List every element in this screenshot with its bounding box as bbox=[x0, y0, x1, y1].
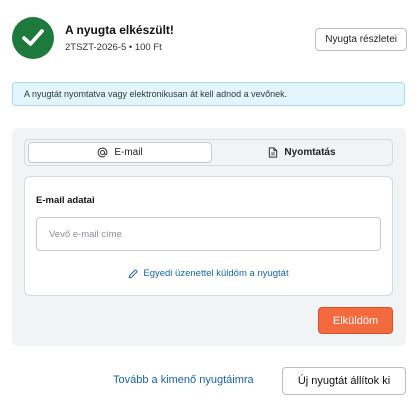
at-sign-icon bbox=[97, 147, 108, 158]
document-icon bbox=[268, 147, 278, 158]
receipt-summary: 2TSZT-2026-5 • 100 Ft bbox=[65, 42, 162, 53]
info-banner-text: A nyugtát nyomtatva vagy elektronikusan … bbox=[24, 89, 288, 99]
email-details-card: E-mail adatai Egyedi üzenettel küldöm a … bbox=[24, 176, 393, 296]
send-button[interactable]: Elküldöm bbox=[318, 307, 393, 334]
success-header: A nyugta elkészült! 2TSZT-2026-5 • 100 F… bbox=[12, 16, 407, 62]
tab-email-label: E-mail bbox=[114, 147, 143, 158]
email-input[interactable] bbox=[36, 217, 381, 251]
receipt-details-button[interactable]: Nyugta részletei bbox=[315, 28, 407, 51]
custom-message-link-label: Egyedi üzenettel küldöm a nyugtát bbox=[143, 268, 289, 279]
checkmark-icon bbox=[12, 17, 54, 59]
outgoing-receipts-link[interactable]: Tovább a kimenő nyugtáimra bbox=[113, 374, 254, 386]
info-banner: A nyugtát nyomtatva vagy elektronikusan … bbox=[12, 82, 405, 106]
delivery-tabs: E-mail Nyomtatás bbox=[24, 139, 393, 166]
tab-email[interactable]: E-mail bbox=[28, 142, 212, 163]
pencil-icon bbox=[128, 269, 138, 279]
tab-print[interactable]: Nyomtatás bbox=[214, 142, 390, 163]
custom-message-link[interactable]: Egyedi üzenettel küldöm a nyugtát bbox=[25, 268, 392, 279]
delivery-panel: E-mail Nyomtatás E-mail adatai Eg bbox=[12, 128, 406, 346]
page-title: A nyugta elkészült! bbox=[65, 23, 174, 37]
new-receipt-button[interactable]: Új nyugtát állítok ki bbox=[282, 367, 406, 395]
email-card-title: E-mail adatai bbox=[36, 195, 95, 206]
tab-print-label: Nyomtatás bbox=[284, 147, 336, 158]
